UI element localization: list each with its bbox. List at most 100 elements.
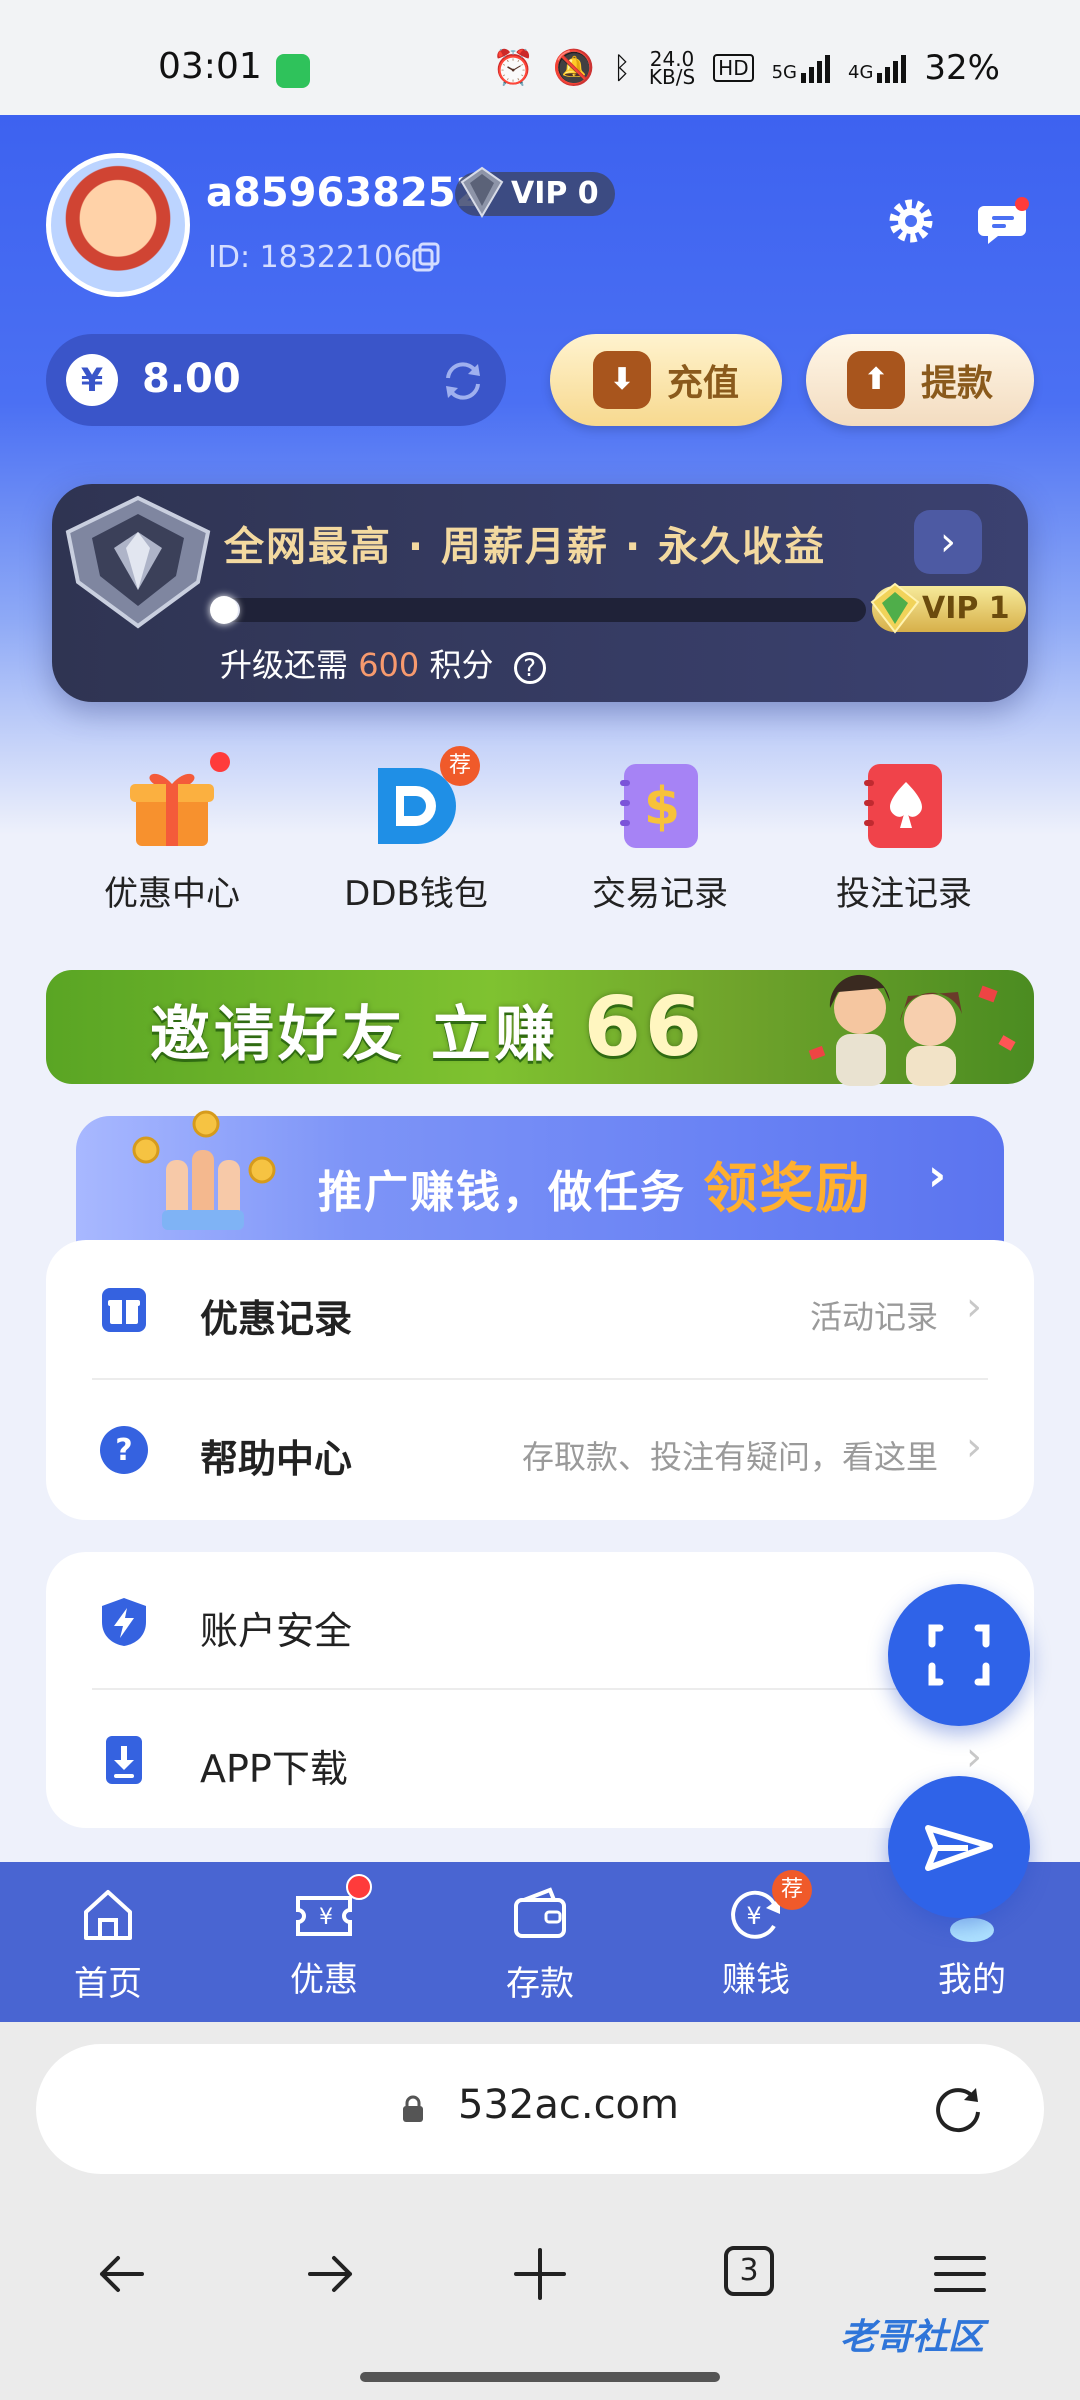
- new-tab-plus-icon[interactable]: [510, 2244, 570, 2304]
- recommend-badge: 荐: [772, 1870, 812, 1910]
- svg-text:$: $: [644, 777, 680, 837]
- download-icon: [106, 1736, 142, 1784]
- vip-progress-prefix: 升级还需: [220, 646, 349, 684]
- yen-icon: ¥: [66, 354, 118, 406]
- menu-row-desc: 活动记录: [809, 1298, 938, 1336]
- vip1-gem-icon: [870, 582, 920, 634]
- invite-characters-illustration: [808, 974, 1016, 1086]
- tab-home[interactable]: 首页: [28, 1884, 188, 2005]
- shield-icon: [102, 1598, 146, 1646]
- menu-row-app-download[interactable]: APP下载 ›: [46, 1690, 1034, 1828]
- tab-label: 赚钱: [722, 1960, 790, 2000]
- transaction-icon: $: [614, 760, 706, 852]
- back-arrow-icon[interactable]: [92, 2244, 152, 2304]
- quick-action-label: 交易记录: [592, 874, 728, 914]
- invite-banner-text: 邀请好友 立赚 66: [150, 980, 706, 1075]
- quick-action-bet-records[interactable]: 投注记录: [804, 760, 1004, 915]
- menu-row-label: 账户安全: [200, 1609, 353, 1653]
- coupon-icon: ¥: [294, 1874, 372, 1944]
- alarm-icon: ⏰: [492, 48, 535, 88]
- svg-text:?: ?: [115, 1433, 132, 1468]
- gift-icon: [126, 752, 230, 852]
- watermark-logo: 老哥社区: [840, 2317, 985, 2358]
- promo-highlight: 领奖励: [703, 1157, 872, 1220]
- invite-amount: 66: [583, 980, 706, 1075]
- user-id: ID: 18322106: [208, 240, 413, 275]
- signal-4g: 4G: [848, 53, 907, 83]
- signal-5g-label: 5G: [771, 62, 798, 83]
- status-time: 03:01: [158, 46, 262, 87]
- username: a859638252: [206, 170, 484, 216]
- mute-icon: 🔕: [552, 48, 595, 88]
- quick-action-ddb-wallet[interactable]: 荐 DDB钱包: [316, 746, 516, 915]
- net-speed: 24.0 KB/S: [648, 49, 696, 89]
- promo-banner-text: 推广赚钱，做任务 领奖励: [318, 1144, 871, 1223]
- quick-action-transactions[interactable]: $ 交易记录: [560, 760, 760, 915]
- home-indicator[interactable]: [360, 2372, 720, 2382]
- chevron-right-icon: ›: [928, 1150, 947, 1201]
- quick-action-label: DDB钱包: [344, 874, 488, 914]
- recharge-label: 充值: [666, 363, 739, 404]
- scan-icon: [928, 1624, 990, 1686]
- vip-shield-icon: [65, 495, 211, 629]
- vip-card-arrow-button[interactable]: ›: [914, 510, 982, 574]
- send-icon: [925, 1825, 993, 1871]
- send-float-button[interactable]: [888, 1776, 1030, 1918]
- withdraw-icon: ⬆: [846, 351, 905, 409]
- tab-deposit[interactable]: 存款: [460, 1884, 620, 2005]
- tab-label: 存款: [506, 1964, 574, 2004]
- menu-row-label: 帮助中心: [200, 1437, 353, 1481]
- tab-label: 优惠: [290, 1960, 358, 2000]
- quick-action-promotions[interactable]: 优惠中心: [72, 752, 272, 915]
- tab-earn[interactable]: ¥ 荐 赚钱: [676, 1870, 836, 2001]
- betting-record-icon: [858, 760, 950, 852]
- refresh-balance-icon[interactable]: [440, 358, 486, 404]
- menu-row-promo-records[interactable]: 优惠记录 活动记录 ›: [46, 1240, 1034, 1378]
- avatar[interactable]: [46, 153, 190, 297]
- recharge-icon: ⬇: [592, 351, 651, 409]
- recharge-button[interactable]: ⬇ 充值: [550, 334, 782, 426]
- forward-arrow-icon[interactable]: [300, 2244, 360, 2304]
- svg-text:¥: ¥: [319, 1905, 333, 1930]
- vip-points-needed: 600: [358, 646, 420, 684]
- net-speed-unit: KB/S: [648, 65, 696, 89]
- chevron-right-icon: ›: [966, 1284, 982, 1330]
- tab-promotions[interactable]: ¥ 优惠: [244, 1874, 404, 2001]
- tab-switcher-button[interactable]: 3: [724, 2246, 774, 2296]
- gear-icon[interactable]: [886, 196, 936, 246]
- question-icon[interactable]: ?: [513, 652, 546, 684]
- menu-row-account-security[interactable]: 账户安全 ›: [46, 1552, 1034, 1690]
- notification-dot: [210, 752, 230, 772]
- chat-icon[interactable]: [978, 196, 1030, 248]
- withdraw-button[interactable]: ⬆ 提款: [806, 334, 1034, 426]
- signal-5g: 5G: [771, 53, 831, 83]
- menu-row-help-center[interactable]: ? 帮助中心 存取款、投注有疑问，看这里 ›: [46, 1380, 1034, 1518]
- coin-hands-illustration: [132, 1110, 276, 1230]
- home-icon: [84, 1890, 132, 1940]
- recommend-badge: 荐: [440, 746, 480, 786]
- status-icons: ⏰ 🔕 ᛒ 24.0 KB/S HD 5G 4G 32%: [492, 48, 1000, 88]
- vip-progress-dot: [210, 596, 238, 624]
- help-icon: ?: [100, 1426, 148, 1474]
- copy-icon[interactable]: [412, 242, 440, 272]
- hd-icon: HD: [713, 54, 754, 82]
- vip-card-title: 全网最高 · 周薪月薪 · 永久收益: [224, 524, 827, 570]
- url-text[interactable]: 532ac.com: [458, 2082, 679, 2128]
- tab-label: 首页: [74, 1964, 142, 2004]
- menu-row-desc: 存取款、投注有疑问，看这里: [521, 1438, 938, 1476]
- bluetooth-icon: ᛒ: [612, 50, 631, 86]
- reload-icon[interactable]: [930, 2082, 986, 2138]
- wallet-icon: [514, 1887, 566, 1938]
- vip-progress-text: 升级还需 600 积分 ?: [220, 640, 546, 686]
- tab-label: 我的: [938, 1960, 1006, 2000]
- notification-dot: [346, 1874, 372, 1900]
- gift-record-icon: [102, 1288, 146, 1332]
- vip-progress-suffix: 积分: [429, 646, 494, 684]
- scan-float-button[interactable]: [888, 1584, 1030, 1726]
- withdraw-label: 提款: [920, 363, 993, 404]
- quick-action-label: 优惠中心: [104, 874, 240, 914]
- menu-icon[interactable]: [930, 2244, 990, 2304]
- battery-level: 32%: [924, 48, 1000, 88]
- ddb-wallet-icon: 荐: [370, 746, 480, 852]
- promo-text: 推广赚钱，做任务: [318, 1167, 686, 1218]
